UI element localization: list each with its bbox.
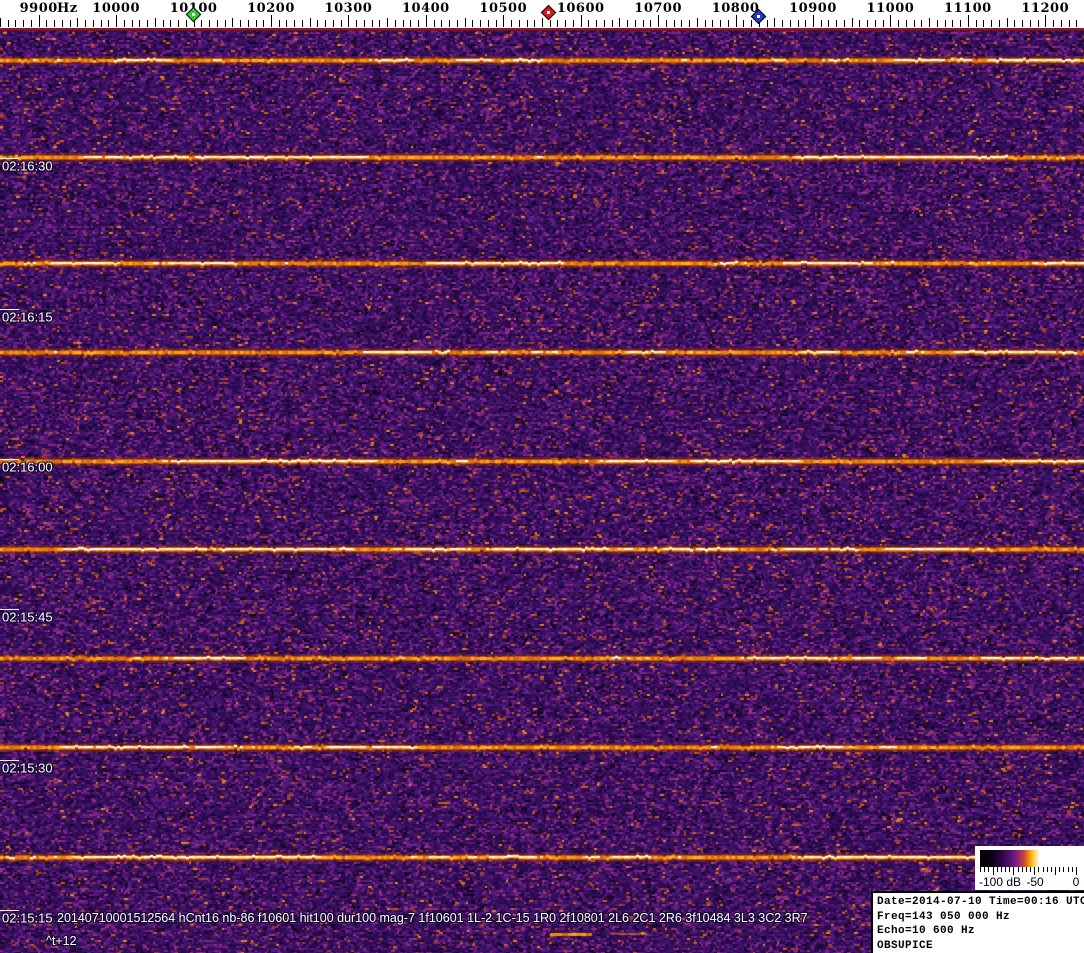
legend-label-100db: -100 dB xyxy=(979,875,1022,889)
red-marker-diamond-icon[interactable] xyxy=(540,4,557,21)
info-observatory: OBSUPICE xyxy=(877,939,934,952)
time-label: 02:16:15 xyxy=(2,309,53,325)
spectrogram-waterfall xyxy=(0,30,1084,953)
freq-tick-label: 10600 xyxy=(556,1,605,16)
color-scale-gradient xyxy=(980,850,1076,867)
freq-tick-label: 10500 xyxy=(479,1,528,16)
info-date-time: Date=2014-07-10 Time=00:16 UTC xyxy=(877,896,1084,908)
blue-marker-center-dot xyxy=(757,14,761,18)
blue-marker-diamond-icon[interactable] xyxy=(750,8,767,25)
time-label: 02:16:00 xyxy=(2,459,53,475)
freq-tick-label: 10300 xyxy=(324,1,373,16)
station-info-box: Date=2014-07-10 Time=00:16 UTC Freq=143 … xyxy=(871,891,1084,953)
time-label: 02:16:30 xyxy=(2,158,53,174)
freq-tick-label: 10400 xyxy=(401,1,450,16)
freq-tick-label: 10700 xyxy=(634,1,683,16)
time-label: 02:15:15 xyxy=(2,910,53,926)
detection-status-text: 20140710001512564 hCnt16 nb-86 f10601 hi… xyxy=(57,911,808,925)
status-note-text: ^t+12 xyxy=(46,934,77,948)
freq-tick-label: 10000 xyxy=(92,1,141,16)
time-label: 02:15:30 xyxy=(2,760,53,776)
freq-tick-label: 10900 xyxy=(789,1,837,16)
legend-label-50db: -50 xyxy=(1026,875,1044,889)
freq-tick-label: 11200 xyxy=(1021,1,1070,16)
info-echo-frequency: Echo=10 600 Hz xyxy=(877,925,976,938)
color-scale-legend: -100 dB -50 0 xyxy=(975,846,1084,890)
freq-tick-label: 10200 xyxy=(247,1,295,16)
freq-tick-label: 11100 xyxy=(943,1,992,16)
legend-label-0db: 0 xyxy=(1072,875,1080,889)
spectrogram-screen: 9900Hz1000010100102001030010400105001060… xyxy=(0,0,1084,953)
green-marker-center-dot xyxy=(192,12,196,16)
green-marker-diamond-icon[interactable] xyxy=(185,6,202,23)
axis-bottom-edge-line xyxy=(0,28,1084,30)
freq-tick-label: 11000 xyxy=(866,1,915,16)
red-marker-center-dot xyxy=(546,10,550,14)
freq-axis-unit-label: Hz xyxy=(57,1,78,16)
info-rx-frequency: Freq=143 050 000 Hz xyxy=(877,910,1011,923)
time-label: 02:15:45 xyxy=(2,609,53,625)
freq-tick-label: 9900 xyxy=(19,1,58,16)
frequency-axis: 9900Hz1000010100102001030010400105001060… xyxy=(0,0,1084,28)
